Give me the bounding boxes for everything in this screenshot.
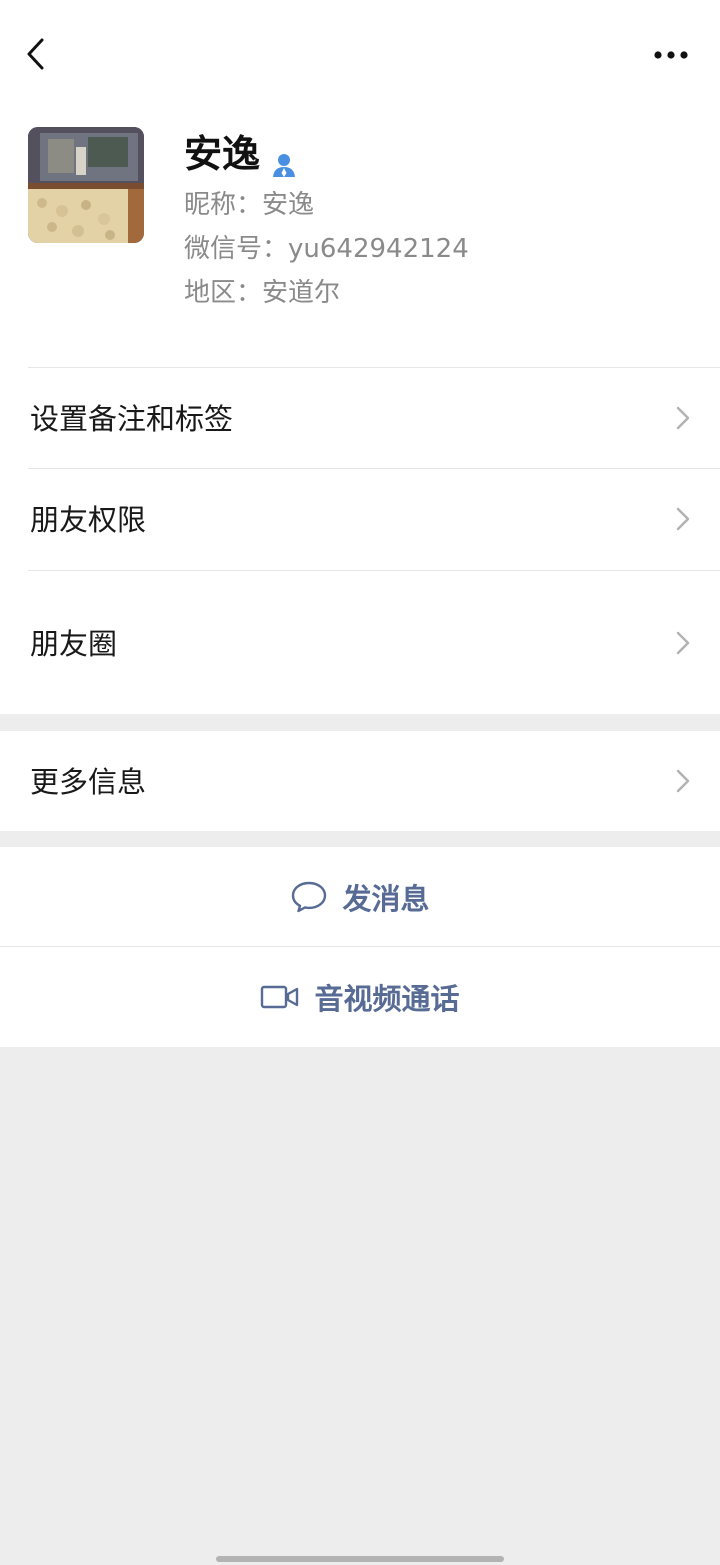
chat-bubble-icon [292,881,327,913]
video-call-button[interactable]: 音视频通话 [0,947,720,1047]
back-button[interactable] [22,36,52,72]
wechat-id-text: 微信号：yu642942124 [184,234,469,264]
permissions-label: 朋友权限 [30,503,147,537]
send-message-label: 发消息 [342,882,430,916]
more-dots-icon [654,51,688,59]
profile-card: 安逸 昵称：安逸 微信号：yu642942124 地区：安道尔 设置备注和标签 … [0,0,720,714]
home-indicator[interactable] [216,1556,504,1562]
menu-item-moments[interactable]: 朋友圈 [0,571,720,714]
more-button[interactable] [650,40,692,70]
region-text: 地区：安道尔 [184,278,341,308]
moments-label: 朋友圈 [30,627,118,661]
chevron-right-icon [676,507,690,531]
menu-item-permissions[interactable]: 朋友权限 [0,469,720,569]
video-camera-icon [261,985,299,1009]
contact-name-row: 安逸 [184,128,298,180]
chevron-right-icon [676,769,690,793]
video-call-label: 音视频通话 [314,982,460,1016]
menu-item-more-info[interactable]: 更多信息 [0,731,720,831]
contact-person-icon [270,140,298,177]
chevron-right-icon [676,406,690,430]
remarks-label: 设置备注和标签 [30,402,234,436]
menu-item-remarks[interactable]: 设置备注和标签 [0,368,720,468]
avatar[interactable] [28,127,144,243]
nickname-text: 昵称：安逸 [184,190,315,220]
more-info-label: 更多信息 [30,765,147,799]
contact-name: 安逸 [184,132,261,176]
send-message-button[interactable]: 发消息 [0,847,720,947]
chevron-right-icon [676,631,690,655]
chevron-left-icon [27,38,44,70]
